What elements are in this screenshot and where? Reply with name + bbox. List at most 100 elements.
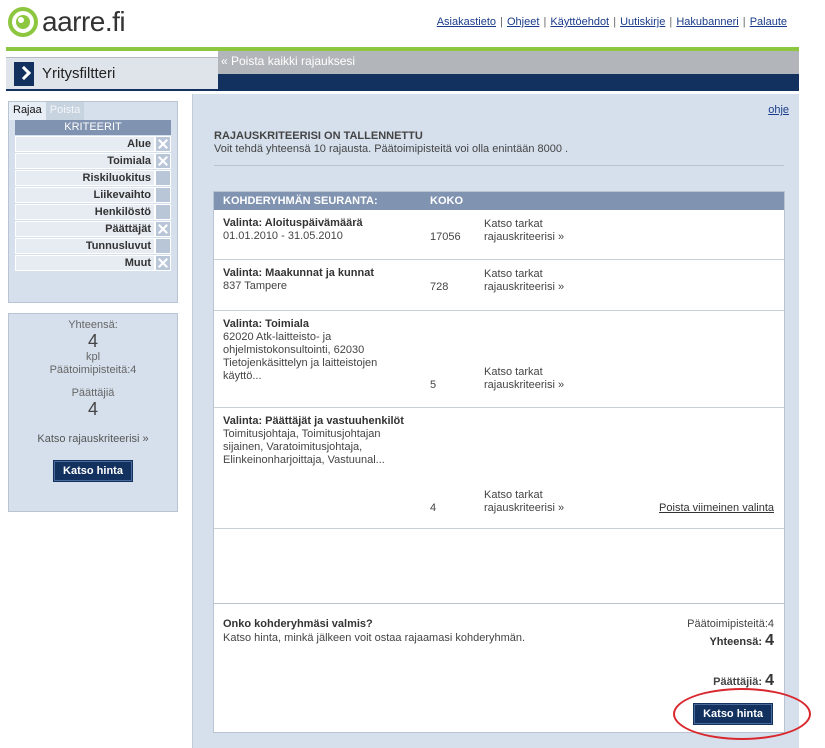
blank-cell [155, 187, 171, 203]
link-hakubanneri[interactable]: Hakubanneri [676, 16, 738, 28]
criteria-link[interactable]: Tunnusluvut [15, 238, 155, 254]
deciders-value: 4 [765, 672, 774, 689]
criteria-item-tunnusluvut: Tunnusluvut [15, 238, 171, 254]
remove-last-selection-link[interactable]: Poista viimeinen valinta [659, 502, 774, 514]
view-criteria-link[interactable]: Katso rajauskriteerisi » [9, 433, 177, 445]
selection-cell: Valinta: Maakunnat ja kunnat 837 Tampere [223, 267, 413, 293]
selection-detail: 62020 Atk-laitteisto- ja ohjelmistokonsu… [223, 331, 378, 382]
highlight-circle [673, 688, 811, 740]
selection-cell: Valinta: Päättäjät ja vastuuhenkilöt Toi… [223, 415, 413, 467]
total-label: Yhteensä: [709, 636, 763, 648]
deciders-value: 4 [87, 399, 98, 419]
table-row: Valinta: Toimiala 62020 Atk-laitteisto- … [214, 311, 784, 408]
remove-icon[interactable] [155, 153, 171, 169]
deciders-label: Päättäjiä [71, 387, 115, 399]
separator: | [543, 16, 547, 28]
divider [214, 165, 784, 166]
remove-icon[interactable] [155, 255, 171, 271]
column-header-size: KOKO [430, 195, 463, 207]
selection-detail: Toimitusjohtaja, Toimitusjohtajan sijain… [223, 428, 385, 466]
separator: | [613, 16, 617, 28]
ready-text: Katso hinta, minkä jälkeen voit ostaa ra… [223, 632, 526, 644]
total-value: 4 [765, 632, 774, 649]
criteria-panel: Rajaa Poista KRITEERIT Alue Toimiala Ris… [8, 101, 178, 303]
deciders-label: Päättäjiä: [713, 676, 763, 688]
criteria-item-liikevaihto: Liikevaihto [15, 187, 171, 203]
saved-notice: RAJAUSKRITEERISI ON TALLENNETTU Voit teh… [214, 130, 784, 155]
tab-poista[interactable]: Poista [45, 102, 85, 120]
blank-cell [155, 204, 171, 220]
link-asiakastieto[interactable]: Asiakastieto [437, 16, 496, 28]
criteria-header: KRITEERIT [15, 120, 171, 135]
separator: | [669, 16, 673, 28]
remove-icon[interactable] [155, 136, 171, 152]
nav-bar [218, 74, 799, 89]
criteria-link[interactable]: Alue [15, 136, 155, 152]
clear-all-link[interactable]: « Poista kaikki rajauksesi [221, 54, 355, 68]
help-link[interactable]: ohje [768, 104, 789, 116]
criteria-link[interactable]: Muut [15, 255, 155, 271]
size-value: 5 [430, 379, 437, 391]
size-value: 4 [430, 502, 437, 514]
criteria-item-toimiala: Toimiala [15, 153, 171, 169]
criteria-item-paattajat: Päättäjät [15, 221, 171, 237]
column-header-target: KOHDERYHMÄN SEURANTA: [223, 195, 378, 207]
criteria-list: Alue Toimiala Riskiluokitus Liikevaihto … [15, 136, 171, 271]
criteria-link[interactable]: Henkilöstö [15, 204, 155, 220]
selection-detail: 01.01.2010 - 31.05.2010 [223, 230, 343, 242]
tab-rajaa[interactable]: Rajaa [9, 102, 46, 120]
separator: | [742, 16, 746, 28]
criteria-item-muut: Muut [15, 255, 171, 271]
table-row: Valinta: Aloituspäivämäärä 01.01.2010 - … [214, 210, 784, 260]
size-value: 728 [430, 281, 449, 293]
table-header: KOHDERYHMÄN SEURANTA: KOKO [214, 192, 784, 210]
unit-label: kpl [85, 351, 101, 363]
selection-cell: Valinta: Aloituspäivämäärä 01.01.2010 - … [223, 217, 413, 243]
chevron-right-icon [14, 61, 34, 86]
selection-title: Valinta: Aloituspäivämäärä [223, 217, 363, 229]
criteria-item-riskiluokitus: Riskiluokitus [15, 170, 171, 186]
total-label: Yhteensä: [68, 319, 118, 331]
tab-label: Yritysfiltteri [42, 65, 116, 82]
saved-text: Voit tehdä yhteensä 10 rajausta. Päätoim… [214, 143, 569, 155]
saved-title: RAJAUSKRITEERISI ON TALLENNETTU [214, 130, 423, 142]
price-button[interactable]: Katso hinta [53, 460, 133, 482]
criteria-link[interactable]: Toimiala [15, 153, 155, 169]
link-uutiskirje[interactable]: Uutiskirje [620, 16, 665, 28]
size-value: 17056 [430, 231, 461, 243]
link-ohjeet[interactable]: Ohjeet [507, 16, 539, 28]
selection-title: Valinta: Päättäjät ja vastuuhenkilöt [223, 415, 404, 427]
table-row: Valinta: Maakunnat ja kunnat 837 Tampere… [214, 260, 784, 311]
main-content: ohje RAJAUSKRITEERISI ON TALLENNETTU Voi… [192, 94, 799, 748]
button-wrap: Katso hinta [9, 460, 177, 482]
view-criteria-link[interactable]: Katso tarkat rajauskriteerisi » [484, 218, 584, 244]
criteria-link[interactable]: Riskiluokitus [15, 170, 155, 186]
selection-cell: Valinta: Toimiala 62020 Atk-laitteisto- … [223, 318, 413, 383]
remove-icon[interactable] [155, 221, 171, 237]
logo[interactable]: aarre.fi [8, 6, 126, 38]
view-criteria-link[interactable]: Katso tarkat rajauskriteerisi » [484, 489, 584, 515]
points-count: Päätoimipisteitä:4 [49, 364, 137, 376]
link-kayttoehdot[interactable]: Käyttöehdot [550, 16, 609, 28]
panel-tabs: Rajaa Poista [9, 102, 177, 120]
ready-title: Onko kohderyhmäsi valmis? [223, 618, 373, 630]
clear-all-bar: « Poista kaikki rajauksesi [218, 51, 799, 74]
criteria-item-henkilosto: Henkilöstö [15, 204, 171, 220]
points-count: Päätoimipisteitä:4 [687, 618, 774, 630]
aarre-logo-icon [8, 7, 38, 37]
link-palaute[interactable]: Palaute [750, 16, 787, 28]
selection-detail: 837 Tampere [223, 280, 288, 292]
top-links: Asiakastieto | Ohjeet | Käyttöehdot | Uu… [437, 16, 787, 28]
total-summary: Yhteensä: 4 [709, 632, 774, 650]
blank-cell [155, 238, 171, 254]
selection-title: Valinta: Maakunnat ja kunnat [223, 267, 374, 279]
tab-bottom-line [6, 89, 799, 91]
tab-yritysfiltteri[interactable]: Yritysfiltteri [6, 57, 218, 89]
criteria-link[interactable]: Päättäjät [15, 221, 155, 237]
separator: | [500, 16, 503, 28]
blank-cell [155, 170, 171, 186]
criteria-link[interactable]: Liikevaihto [15, 187, 155, 203]
view-criteria-link[interactable]: Katso tarkat rajauskriteerisi » [484, 268, 584, 294]
total-value: 4 [87, 331, 98, 351]
view-criteria-link[interactable]: Katso tarkat rajauskriteerisi » [484, 366, 584, 392]
